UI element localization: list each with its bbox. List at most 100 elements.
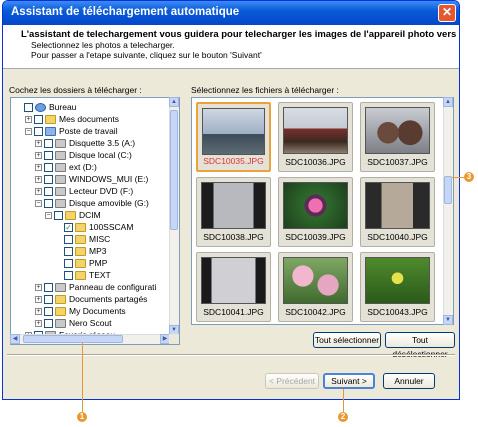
expand-icon[interactable]: + — [35, 152, 42, 159]
file-card[interactable]: SDC10043.JPG — [360, 252, 435, 322]
photo-thumbnail[interactable] — [283, 257, 348, 304]
folder-tree-items: Bureau + Mes documents − Poste de travail + Di… — [11, 98, 169, 334]
file-name: SDC10042.JPG — [285, 307, 346, 317]
tree-item-label: WINDOWS_MUI (E:) — [69, 174, 149, 184]
file-card[interactable]: SDC10035.JPG — [196, 102, 271, 172]
tree-checkbox[interactable] — [44, 319, 53, 328]
tree-checkbox[interactable] — [44, 163, 53, 172]
expand-icon[interactable]: + — [35, 164, 42, 171]
tree-item[interactable]: + Lecteur DVD (F:) — [35, 186, 133, 197]
expand-icon[interactable]: + — [35, 320, 42, 327]
tree-checkbox[interactable] — [44, 295, 53, 304]
expand-icon[interactable]: + — [35, 188, 42, 195]
previous-button[interactable]: < Précédent — [265, 373, 319, 389]
file-card[interactable]: SDC10042.JPG — [278, 252, 353, 322]
expand-icon[interactable]: + — [35, 296, 42, 303]
tree-item[interactable]: + Documents partagés — [35, 294, 147, 305]
computer-icon — [45, 127, 56, 136]
tree-checkbox[interactable] — [64, 271, 73, 280]
scroll-left-icon[interactable]: ◀ — [10, 334, 20, 344]
photo-thumbnail[interactable] — [365, 257, 430, 304]
cd-icon — [55, 175, 66, 184]
tree-item[interactable]: + My Documents — [35, 306, 126, 317]
tree-item[interactable]: + ext (D:) — [35, 162, 97, 173]
folder-tree[interactable]: Bureau + Mes documents − Poste de travail + Di… — [10, 97, 180, 345]
tree-checkbox[interactable]: ✓ — [64, 223, 73, 232]
tree-item[interactable]: PMP — [55, 258, 107, 269]
floppy-icon — [55, 139, 66, 148]
tree-hscroll-thumb[interactable] — [23, 335, 123, 343]
tree-item-label: MISC — [89, 234, 111, 244]
collapse-icon[interactable]: − — [45, 212, 52, 219]
tree-vscroll-thumb[interactable] — [170, 110, 178, 230]
photo-thumbnail[interactable] — [283, 107, 348, 154]
tree-item[interactable]: MP3 — [55, 246, 106, 257]
tree-checkbox[interactable] — [44, 283, 53, 292]
photo-thumbnail[interactable] — [202, 108, 265, 155]
collapse-icon[interactable]: − — [25, 128, 32, 135]
tree-item[interactable]: ✓ 100SSCAM — [55, 222, 133, 233]
file-card[interactable]: SDC10039.JPG — [278, 177, 353, 247]
tree-checkbox[interactable] — [44, 175, 53, 184]
files-vertical-scrollbar[interactable]: ▲ ▼ — [443, 97, 453, 325]
expand-icon[interactable]: + — [35, 176, 42, 183]
tree-item[interactable]: − DCIM — [45, 210, 101, 221]
expand-icon[interactable]: + — [35, 308, 42, 315]
tree-item[interactable]: + Nero Scout — [35, 318, 112, 329]
tree-item[interactable]: + Disque local (C:) — [35, 150, 132, 161]
collapse-icon[interactable]: − — [35, 200, 42, 207]
photo-thumbnail[interactable] — [201, 257, 266, 304]
tree-checkbox[interactable] — [24, 103, 33, 112]
tree-item[interactable]: + Panneau de configurati — [35, 282, 156, 293]
photo-thumbnail[interactable] — [283, 182, 348, 229]
tree-item[interactable]: + Mes documents — [25, 114, 119, 125]
tree-checkbox[interactable] — [54, 211, 63, 220]
photo-thumbnail[interactable] — [365, 182, 430, 229]
deselect-all-button[interactable]: Tout désélectionner — [385, 332, 455, 359]
tree-horizontal-scrollbar[interactable]: ◀ ▶ — [10, 334, 170, 344]
close-button[interactable]: ✕ — [438, 4, 456, 22]
tree-checkbox[interactable] — [34, 115, 43, 124]
tree-item[interactable]: − Poste de travail — [25, 126, 118, 137]
tree-item[interactable]: + WINDOWS_MUI (E:) — [35, 174, 148, 185]
tree-item[interactable]: TEXT — [55, 270, 111, 281]
tree-checkbox[interactable] — [64, 259, 73, 268]
expand-icon[interactable]: + — [35, 284, 42, 291]
file-card[interactable]: SDC10037.JPG — [360, 102, 435, 172]
tree-checkbox[interactable] — [44, 307, 53, 316]
tree-item[interactable]: MISC — [55, 234, 110, 245]
tree-item[interactable]: − Disque amovible (G:) — [35, 198, 149, 209]
wizard-header: L'assistant de telechargement vous guide… — [3, 25, 459, 69]
tree-vertical-scrollbar[interactable]: ▲ ▼ — [169, 97, 179, 335]
tree-checkbox[interactable] — [34, 127, 43, 136]
file-card[interactable]: SDC10040.JPG — [360, 177, 435, 247]
files-scroll-down-icon[interactable]: ▼ — [443, 315, 453, 325]
scroll-up-icon[interactable]: ▲ — [169, 97, 179, 107]
photo-thumbnail[interactable] — [365, 107, 430, 154]
tree-checkbox[interactable] — [64, 235, 73, 244]
callout-1-line — [82, 343, 83, 412]
file-card[interactable]: SDC10036.JPG — [278, 102, 353, 172]
tree-checkbox[interactable] — [44, 199, 53, 208]
file-card[interactable]: SDC10038.JPG — [196, 177, 271, 247]
tree-checkbox[interactable] — [44, 139, 53, 148]
tree-item[interactable]: + Disquette 3.5 (A:) — [35, 138, 135, 149]
tree-item[interactable]: Bureau — [15, 102, 76, 113]
expand-icon[interactable]: + — [25, 116, 32, 123]
expand-icon[interactable]: + — [35, 140, 42, 147]
tree-item-label: PMP — [89, 258, 108, 268]
tree-checkbox[interactable] — [64, 247, 73, 256]
tree-checkbox[interactable] — [44, 187, 53, 196]
file-thumbnail-grid[interactable]: SDC10035.JPG SDC10036.JPG SDC10037.JPG SDC1… — [191, 97, 454, 325]
file-name: SDC10041.JPG — [203, 307, 264, 317]
files-vscroll-thumb[interactable] — [444, 176, 452, 204]
photo-thumbnail[interactable] — [201, 182, 266, 229]
next-button[interactable]: Suivant > — [323, 373, 375, 389]
tree-checkbox[interactable] — [44, 151, 53, 160]
cancel-button[interactable]: Annuler — [383, 373, 435, 389]
select-all-button[interactable]: Tout sélectionner — [313, 332, 381, 348]
control-panel-icon — [55, 283, 66, 292]
scroll-corner — [169, 334, 179, 344]
file-card[interactable]: SDC10041.JPG — [196, 252, 271, 322]
files-scroll-up-icon[interactable]: ▲ — [443, 97, 453, 107]
